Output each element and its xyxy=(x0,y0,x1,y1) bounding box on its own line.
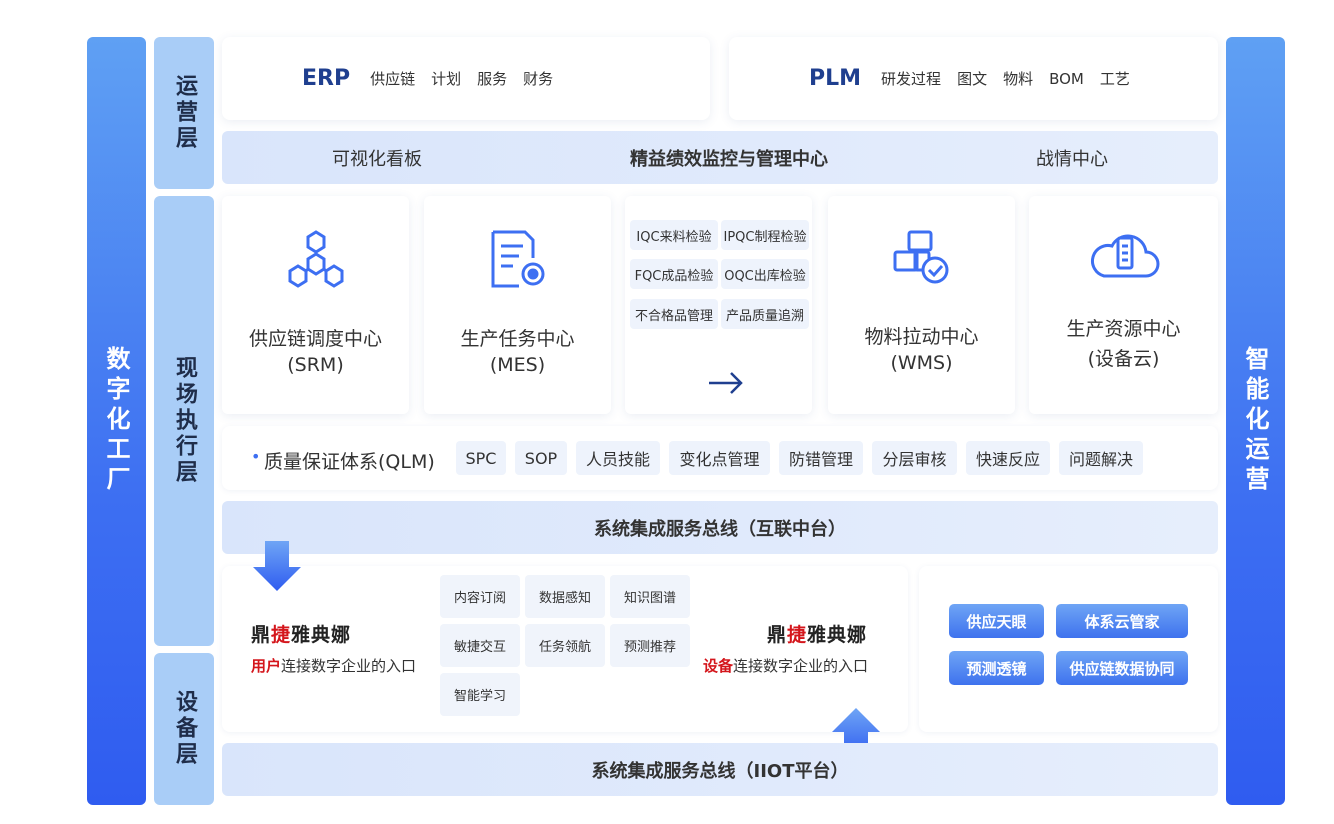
equipment-cloud-module: 生产资源中心 (设备云) xyxy=(1029,196,1218,414)
exec-layer-bar: 现场执行层 xyxy=(154,196,214,646)
cloud-server-icon xyxy=(1090,234,1159,278)
athena-logo-device: 鼎捷雅典娜 xyxy=(767,624,868,646)
ops-layer-bar: 运营层 xyxy=(154,37,214,189)
inspection-item: IQC来料检验 xyxy=(630,220,718,250)
wms-title: 物料拉动中心 xyxy=(864,326,979,348)
digital-factory-label: 数字化工厂 xyxy=(102,346,130,496)
erp-item: 计划 xyxy=(431,70,462,88)
qlm-tag: 变化点管理 xyxy=(669,441,770,475)
plm-title: PLM xyxy=(809,66,862,91)
device-entry-desc: 设备连接数字企业的入口 xyxy=(703,657,869,675)
digital-factory-bar: 数字化工厂 xyxy=(87,37,146,805)
feature-tag: 任务领航 xyxy=(525,624,605,667)
plm-card: PLM 研发过程 图文 物料 BOM 工艺 xyxy=(729,37,1218,120)
mes-title: 生产任务中心 xyxy=(460,328,575,350)
wms-abbr: (WMS) xyxy=(890,352,953,374)
feature-tag: 敏捷交互 xyxy=(440,624,520,667)
supply-chain-collab-button[interactable]: 供应链数据协同 xyxy=(1056,651,1188,685)
erp-card: ERP 供应链 计划 服务 财务 xyxy=(222,37,710,120)
system-cloud-steward-button[interactable]: 体系云管家 xyxy=(1056,604,1188,638)
srm-abbr: (SRM) xyxy=(287,354,344,376)
qlm-tag: SPC xyxy=(456,441,506,475)
insight-panel xyxy=(919,566,1218,732)
bus-top-label: 系统集成服务总线（互联中台） xyxy=(594,518,846,540)
qlm-label: 质量保证体系(QLM) xyxy=(264,451,435,473)
forecast-lens-button[interactable]: 预测透镜 xyxy=(949,651,1044,685)
erp-item: 供应链 xyxy=(370,70,416,88)
network-icon xyxy=(288,230,343,288)
feature-tag: 智能学习 xyxy=(440,673,520,716)
intelligent-ops-bar: 智能化运营 xyxy=(1226,37,1285,805)
feature-tag: 内容订阅 xyxy=(440,575,520,618)
feature-tag: 知识图谱 xyxy=(610,575,690,618)
document-gear-icon xyxy=(491,230,544,288)
qlm-tag: 问题解决 xyxy=(1059,441,1143,475)
mes-module: 生产任务中心 (MES) xyxy=(424,196,611,414)
plm-item: 工艺 xyxy=(1099,70,1130,88)
ops-layer-label: 运营层 xyxy=(172,74,197,152)
supply-eye-button[interactable]: 供应天眼 xyxy=(949,604,1044,638)
war-room-label: 战情中心 xyxy=(1036,148,1108,170)
device-layer-label: 设备层 xyxy=(172,690,197,768)
inspection-item: OQC出库检验 xyxy=(721,259,809,289)
athena-logo-user: 鼎捷雅典娜 xyxy=(251,624,352,646)
device-layer-bar: 设备层 xyxy=(154,653,214,805)
srm-title: 供应链调度中心 xyxy=(248,328,382,350)
exec-layer-label: 现场执行层 xyxy=(172,356,197,486)
erp-title: ERP xyxy=(302,66,351,91)
feature-tag: 数据感知 xyxy=(525,575,605,618)
srm-module: 供应链调度中心 (SRM) xyxy=(222,196,409,414)
performance-center-label: 精益绩效监控与管理中心 xyxy=(630,148,828,170)
wms-module: 物料拉动中心 (WMS) xyxy=(828,196,1015,414)
plm-item: 物料 xyxy=(1003,70,1034,88)
qlm-tag: SOP xyxy=(515,441,567,475)
plm-item: BOM xyxy=(1049,69,1084,88)
management-center-band: 可视化看板 精益绩效监控与管理中心 战情中心 xyxy=(222,131,1218,184)
integration-bus-middle-platform: 系统集成服务总线（互联中台） xyxy=(222,501,1218,554)
bullet-icon: • xyxy=(251,447,261,466)
dashboard-label: 可视化看板 xyxy=(332,148,422,170)
plm-item: 研发过程 xyxy=(881,70,942,88)
inspection-item: IPQC制程检验 xyxy=(721,220,809,250)
inspection-item: 不合格品管理 xyxy=(630,299,718,329)
arrow-down-icon xyxy=(253,541,301,591)
inspection-module: IQC来料检验 IPQC制程检验 FQC成品检验 OQC出库检验 不合格品管理 … xyxy=(625,196,812,414)
plm-item: 图文 xyxy=(957,70,988,88)
user-entry-desc: 用户连接数字企业的入口 xyxy=(251,657,417,675)
boxes-check-icon xyxy=(893,230,948,284)
bus-bottom-label: 系统集成服务总线（IIOT平台） xyxy=(591,760,849,782)
inspection-item: 产品质量追溯 xyxy=(721,299,809,329)
intelligent-ops-label: 智能化运营 xyxy=(1241,346,1269,496)
qlm-tag: 防错管理 xyxy=(779,441,863,475)
feature-tag: 预测推荐 xyxy=(610,624,690,667)
qlm-tag: 快速反应 xyxy=(966,441,1050,475)
cloud-title: 生产资源中心 xyxy=(1066,318,1181,340)
integration-bus-iiot: 系统集成服务总线（IIOT平台） xyxy=(222,743,1218,796)
inspection-item: FQC成品检验 xyxy=(630,259,718,289)
mes-abbr: (MES) xyxy=(489,354,546,376)
cloud-abbr: (设备云) xyxy=(1087,348,1160,370)
qlm-tag: 人员技能 xyxy=(576,441,660,475)
arrow-right-icon xyxy=(709,372,743,394)
erp-item: 财务 xyxy=(523,70,554,88)
qlm-tag: 分层审核 xyxy=(872,441,957,475)
erp-item: 服务 xyxy=(477,70,508,88)
